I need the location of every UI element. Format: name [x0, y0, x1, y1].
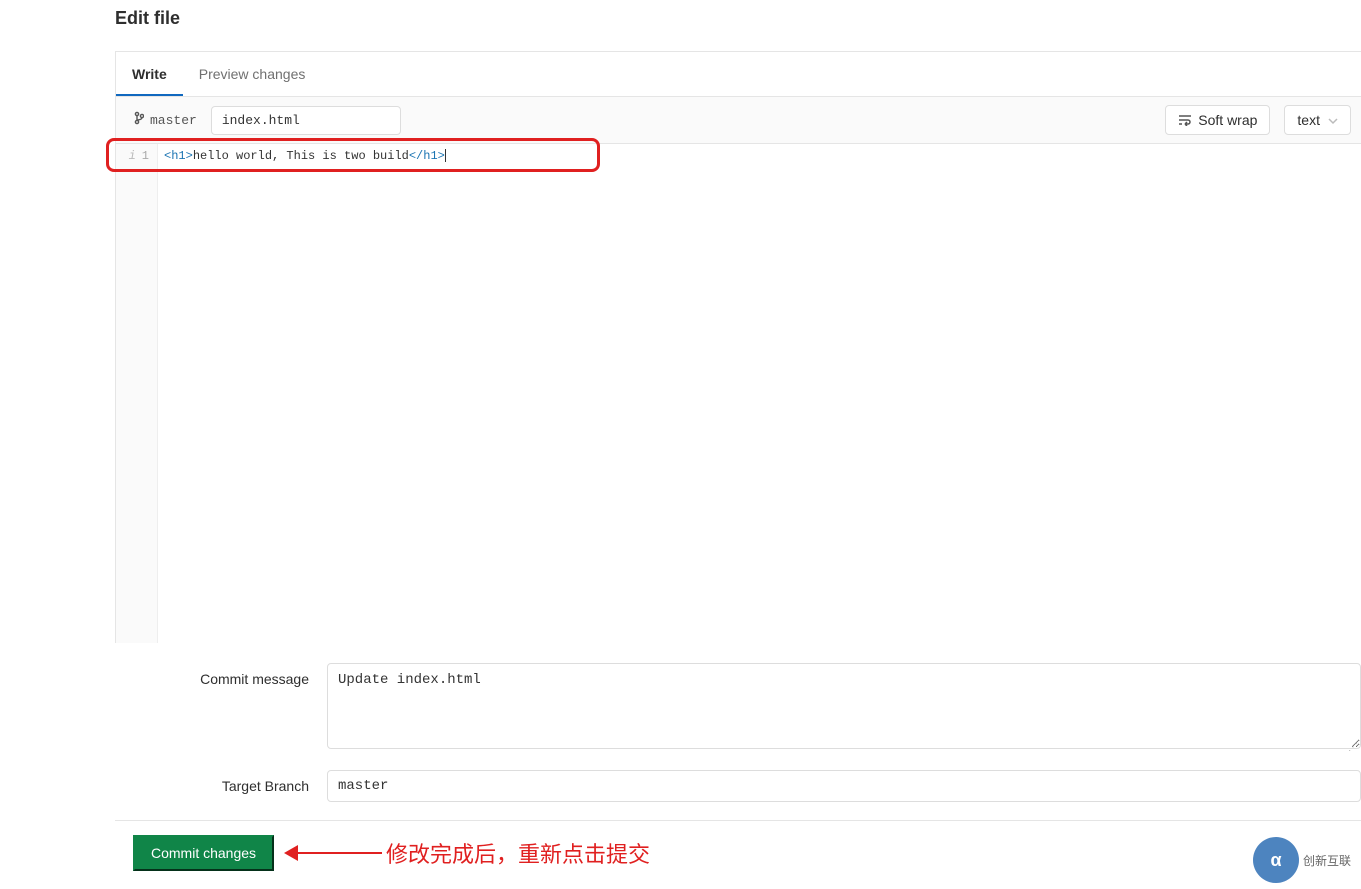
- annotation-arrow: [292, 848, 382, 858]
- editor-gutter: i1: [116, 144, 158, 643]
- syntax-mode-dropdown[interactable]: text: [1284, 105, 1351, 135]
- branch-indicator: master: [126, 111, 197, 129]
- tab-preview-changes[interactable]: Preview changes: [183, 52, 322, 96]
- commit-message-label: Commit message: [115, 663, 327, 687]
- commit-message-textarea[interactable]: Update index.html: [327, 663, 1361, 749]
- gutter-info-icon: i: [129, 149, 136, 163]
- soft-wrap-label: Soft wrap: [1198, 112, 1257, 128]
- editor-content[interactable]: <h1>hello world, This is two build</h1>: [158, 144, 1361, 643]
- text-cursor: [445, 149, 446, 162]
- line-number: 1: [142, 149, 149, 163]
- code-close-tag: </h1>: [409, 149, 445, 163]
- watermark: α 创新互联: [1253, 837, 1351, 883]
- code-text: hello world, This is two build: [193, 149, 409, 163]
- target-branch-label: Target Branch: [115, 770, 327, 794]
- branch-name: master: [150, 113, 197, 128]
- commit-changes-button[interactable]: Commit changes: [133, 835, 274, 871]
- page-title: Edit file: [115, 8, 1361, 29]
- edit-panel: Write Preview changes master Soft wrap t…: [115, 51, 1361, 643]
- annotation-text: 修改完成后，重新点击提交: [386, 837, 650, 869]
- footer-action-bar: Commit changes 修改完成后，重新点击提交 α 创新互联: [115, 820, 1361, 889]
- soft-wrap-icon: [1178, 114, 1192, 126]
- tab-write[interactable]: Write: [116, 52, 183, 96]
- watermark-label: 创新互联: [1303, 852, 1351, 869]
- code-editor[interactable]: i1 <h1>hello world, This is two build</h…: [116, 144, 1361, 643]
- watermark-icon: α: [1253, 837, 1299, 883]
- code-line-1[interactable]: <h1>hello world, This is two build</h1>: [164, 148, 1361, 164]
- editor-tabs: Write Preview changes: [116, 52, 1361, 97]
- target-branch-input[interactable]: [327, 770, 1361, 802]
- branch-icon: [134, 111, 144, 129]
- commit-form: Commit message Update index.html ⋰ Targe…: [115, 643, 1361, 802]
- filename-input[interactable]: [211, 106, 401, 135]
- syntax-mode-label: text: [1297, 112, 1320, 128]
- code-open-tag: <h1>: [164, 149, 193, 163]
- soft-wrap-button[interactable]: Soft wrap: [1165, 105, 1270, 135]
- chevron-down-icon: [1328, 112, 1338, 128]
- file-toolbar: master Soft wrap text: [116, 97, 1361, 144]
